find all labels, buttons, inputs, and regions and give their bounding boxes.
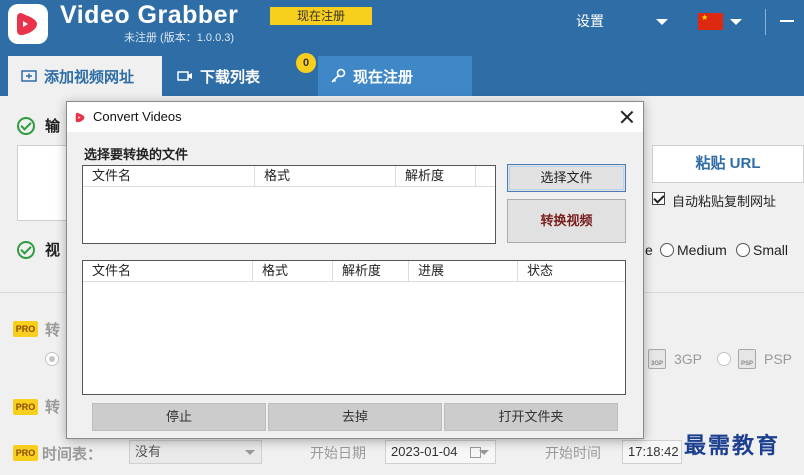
- 3gp-file-icon: 3GP: [648, 349, 666, 369]
- app-logo: [8, 4, 48, 44]
- section-video-label: 视: [45, 242, 61, 259]
- app-logo-small: [73, 110, 87, 124]
- start-time-label: 开始时间: [545, 445, 601, 461]
- china-flag-icon[interactable]: ★: [698, 13, 723, 30]
- format-3gp-label: 3GP: [674, 351, 703, 367]
- register-now-badge[interactable]: 现在注册: [270, 7, 372, 25]
- stop-button[interactable]: 停止: [92, 403, 266, 431]
- schedule-value: 没有: [135, 444, 162, 459]
- tab-download-list[interactable]: 下载列表: [168, 56, 313, 96]
- select-files-heading: 选择要转换的文件: [84, 147, 189, 162]
- auto-paste-checkbox[interactable]: [652, 192, 665, 205]
- start-time-value: 17:18:42: [628, 444, 679, 459]
- format-psp-radio[interactable]: [717, 352, 731, 366]
- quality-option-partial: e: [645, 242, 653, 258]
- quality-small-radio[interactable]: [736, 243, 750, 257]
- dialog-titlebar[interactable]: Convert Videos: [67, 102, 643, 132]
- quality-medium-label: Medium: [677, 242, 727, 258]
- start-date-label: 开始日期: [310, 445, 366, 461]
- watermark-text: 最需教育: [684, 433, 781, 459]
- list-header: 文件名 格式 解析度: [83, 166, 495, 187]
- remove-button[interactable]: 去掉: [268, 403, 442, 431]
- source-file-list[interactable]: 文件名 格式 解析度: [82, 165, 496, 244]
- start-date-value: 2023-01-04: [391, 444, 458, 459]
- schedule-select[interactable]: 没有: [129, 440, 262, 464]
- key-icon: [330, 68, 348, 84]
- pro-badge: PRO: [13, 399, 38, 415]
- psp-file-icon: PSP: [738, 349, 756, 369]
- star-icon: ★: [701, 13, 709, 22]
- format-psp-label: PSP: [764, 351, 793, 367]
- tab-label: 现在注册: [353, 68, 414, 86]
- schedule-label: 时间表：: [42, 446, 103, 463]
- conversion-progress-list[interactable]: 文件名 格式 解析度 进展 状态: [82, 260, 626, 395]
- check-circle-icon: [17, 241, 35, 259]
- url-input-area[interactable]: [17, 145, 67, 221]
- column-header-format[interactable]: 格式: [253, 261, 333, 282]
- section-input-label: 输: [45, 118, 61, 135]
- play-logo-icon: [17, 13, 37, 35]
- paste-url-button[interactable]: 粘贴 URL: [652, 145, 804, 183]
- app-title: Video Grabber: [60, 1, 239, 29]
- open-folder-button[interactable]: 打开文件夹: [444, 403, 618, 431]
- column-header-filename[interactable]: 文件名: [83, 261, 253, 282]
- download-count-badge: 0: [296, 53, 316, 73]
- convert-option-label: 转: [45, 322, 61, 339]
- chevron-down-icon[interactable]: [730, 19, 742, 25]
- version-label: 未注册 (版本：1.0.0.3): [124, 32, 235, 44]
- column-header-filename[interactable]: 文件名: [83, 166, 255, 187]
- header-divider: [765, 9, 766, 35]
- list-header: 文件名 格式 解析度 进展 状态: [83, 261, 625, 282]
- start-date-picker[interactable]: 2023-01-04: [385, 440, 496, 464]
- tab-label: 添加视频网址: [44, 68, 135, 86]
- column-header-resolution[interactable]: 解析度: [396, 166, 476, 187]
- chevron-down-icon: [479, 450, 489, 455]
- column-header-progress[interactable]: 进展: [409, 261, 518, 282]
- minimize-icon[interactable]: [780, 20, 794, 22]
- tab-label: 下载列表: [200, 68, 261, 86]
- chevron-down-icon: [245, 450, 255, 455]
- play-logo-icon: [75, 112, 84, 122]
- check-circle-icon: [17, 117, 35, 135]
- tab-add-video-url[interactable]: 添加视频网址: [8, 56, 162, 96]
- video-camera-icon: [177, 69, 195, 83]
- column-header-status[interactable]: 状态: [518, 261, 625, 282]
- convert-radio[interactable]: [45, 352, 59, 366]
- start-time-picker[interactable]: 17:18:42: [622, 440, 682, 464]
- dialog-title: Convert Videos: [93, 109, 182, 124]
- select-file-button[interactable]: 选择文件: [507, 164, 626, 192]
- settings-menu[interactable]: 设置: [576, 11, 604, 31]
- pro-badge: PRO: [13, 445, 38, 461]
- tab-register-now[interactable]: 现在注册: [318, 56, 472, 96]
- auto-paste-label: 自动粘贴复制网址: [672, 194, 777, 209]
- pro-badge: PRO: [13, 321, 38, 337]
- quality-small-label: Small: [753, 242, 789, 258]
- convert-option-label-2: 转: [45, 399, 61, 416]
- column-header-resolution[interactable]: 解析度: [333, 261, 409, 282]
- convert-videos-dialog: Convert Videos 选择要转换的文件 文件名 格式 解析度 选择文件 …: [66, 101, 644, 439]
- chevron-down-icon[interactable]: [656, 19, 668, 25]
- quality-medium-radio[interactable]: [660, 243, 674, 257]
- convert-video-button[interactable]: 转换视频: [507, 199, 626, 243]
- column-header-format[interactable]: 格式: [255, 166, 396, 187]
- add-url-icon: [21, 69, 39, 83]
- close-icon[interactable]: [619, 109, 635, 125]
